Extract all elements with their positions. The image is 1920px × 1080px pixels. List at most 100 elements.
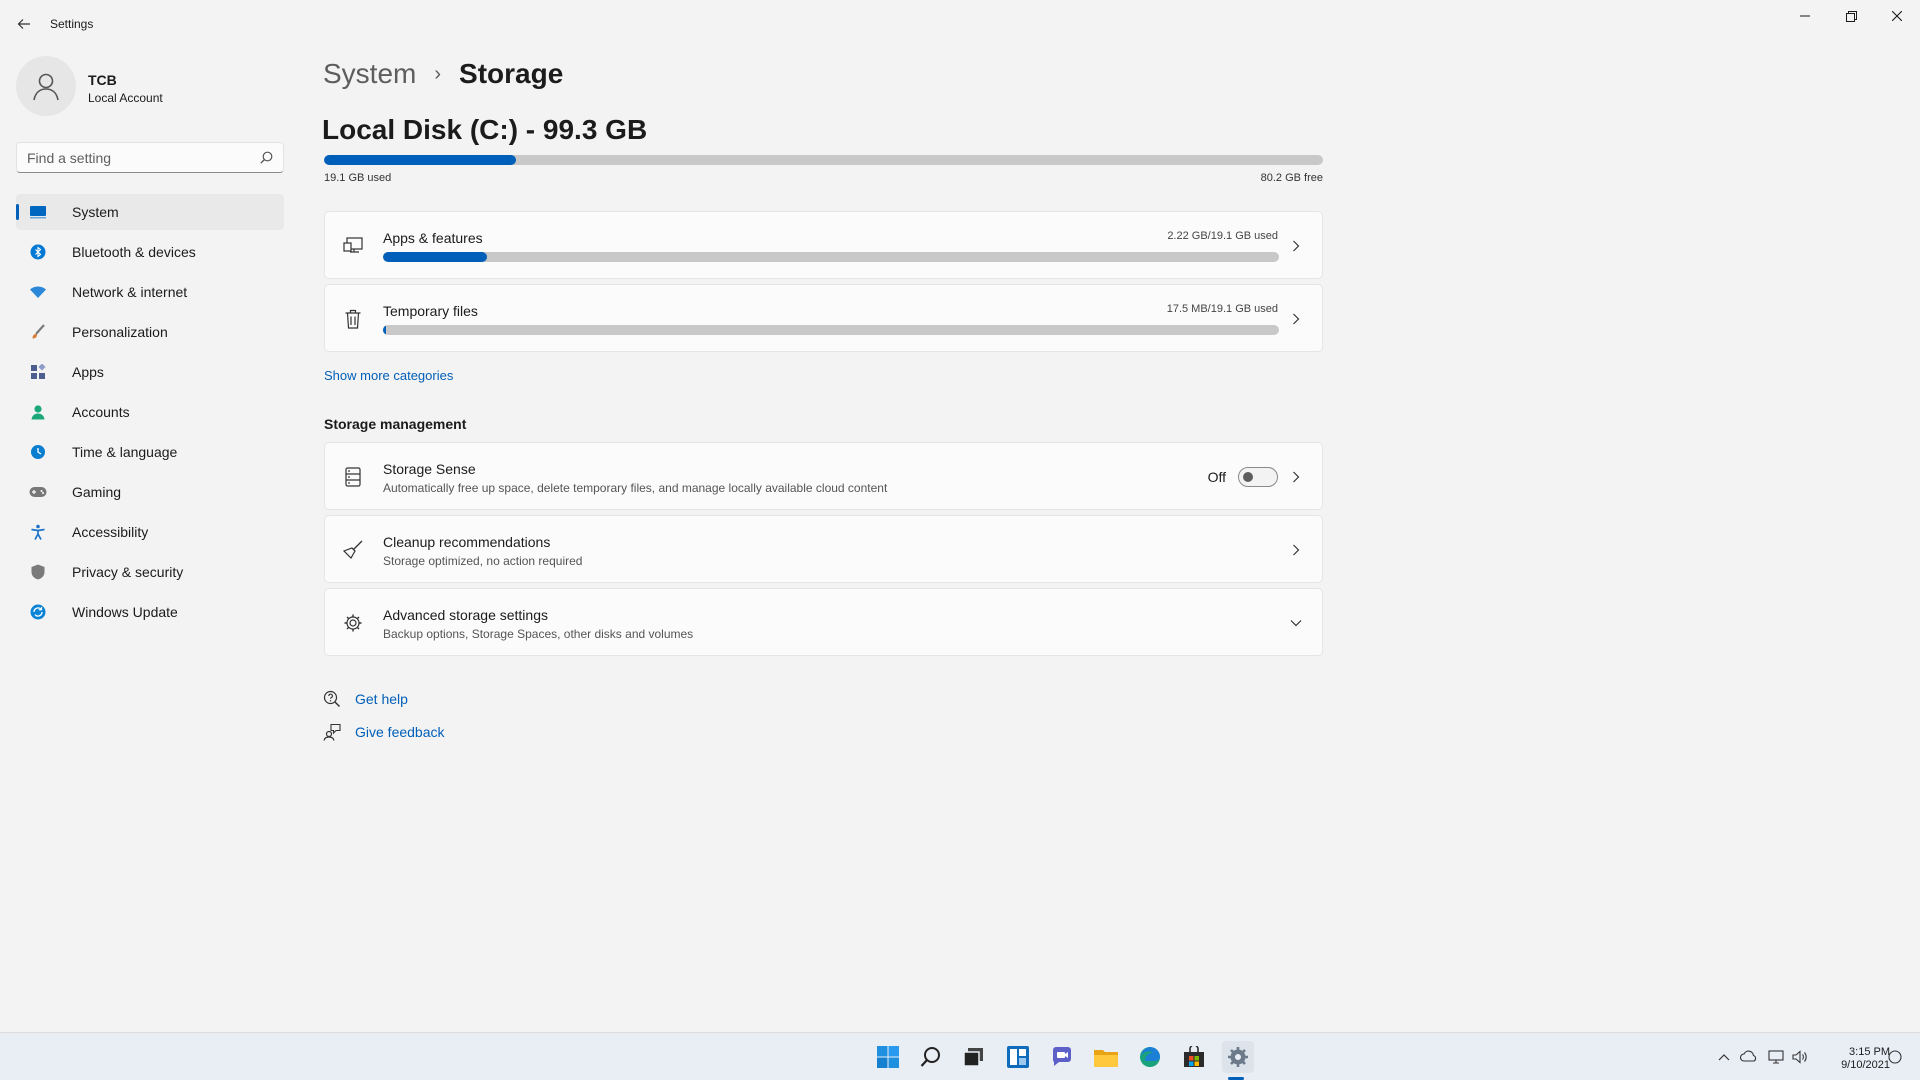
disk-used-label: 19.1 GB used <box>324 172 392 184</box>
update-icon <box>28 602 48 622</box>
user-name: TCB <box>88 72 117 88</box>
cleanup-subtitle: Storage optimized, no action required <box>383 554 583 568</box>
sidebar-item-label: Network & internet <box>72 284 188 300</box>
storage-sense-title: Storage Sense <box>383 461 476 477</box>
breadcrumb-separator: › <box>434 62 442 85</box>
cleanup-recommendations-card[interactable]: Cleanup recommendations Storage optimize… <box>324 515 1323 583</box>
advanced-storage-title: Advanced storage settings <box>383 607 548 623</box>
accessibility-icon <box>28 522 48 542</box>
sidebar-item-network[interactable]: Network & internet <box>16 274 284 310</box>
sidebar-item-label: Personalization <box>72 324 168 340</box>
sidebar-item-windows-update[interactable]: Windows Update <box>16 594 284 630</box>
sidebar-item-label: Accessibility <box>72 524 149 540</box>
notifications-icon[interactable] <box>1888 1050 1902 1067</box>
onedrive-icon[interactable] <box>1739 1050 1758 1065</box>
page-title: Storage <box>459 58 564 89</box>
close-button[interactable] <box>1874 0 1920 32</box>
storage-sense-icon <box>341 465 365 489</box>
category-card-temporary-files[interactable]: Temporary files 17.5 MB/19.1 GB used <box>324 284 1323 352</box>
sidebar-item-time-language[interactable]: Time & language <box>16 434 284 470</box>
brush-icon <box>28 322 48 342</box>
sidebar-item-personalization[interactable]: Personalization <box>16 314 284 350</box>
chevron-right-icon <box>1288 238 1304 254</box>
back-button[interactable] <box>10 10 38 38</box>
search-box[interactable] <box>16 142 284 173</box>
sidebar-item-accessibility[interactable]: Accessibility <box>16 514 284 550</box>
cleanup-title: Cleanup recommendations <box>383 534 551 550</box>
advanced-storage-settings-card[interactable]: Advanced storage settings Backup options… <box>324 588 1323 656</box>
sidebar-item-privacy-security[interactable]: Privacy & security <box>16 554 284 590</box>
get-help-row[interactable]: Get help <box>323 690 408 708</box>
sidebar-item-label: Windows Update <box>72 604 178 620</box>
file-explorer-icon[interactable] <box>1090 1041 1122 1073</box>
chat-icon[interactable] <box>1046 1041 1078 1073</box>
tray-chevron-up-icon[interactable] <box>1718 1050 1730 1064</box>
wifi-icon <box>28 282 48 302</box>
apps-features-icon <box>341 234 365 258</box>
disk-usage-fill <box>324 155 516 165</box>
search-icon <box>260 151 273 164</box>
category-usage-fill <box>383 252 487 262</box>
taskbar-clock[interactable]: 3:15 PM 9/10/2021 <box>1841 1046 1890 1072</box>
sidebar-item-accounts[interactable]: Accounts <box>16 394 284 430</box>
breadcrumb-system-link[interactable]: System <box>323 58 416 90</box>
get-help-link[interactable]: Get help <box>355 691 408 707</box>
give-feedback-link[interactable]: Give feedback <box>355 724 445 740</box>
disk-usage-bar <box>324 155 1323 165</box>
volume-icon[interactable] <box>1792 1050 1808 1067</box>
gear-icon <box>341 611 365 635</box>
storage-sense-toggle[interactable] <box>1238 467 1278 487</box>
gamepad-icon <box>28 482 48 502</box>
store-icon[interactable] <box>1178 1041 1210 1073</box>
sidebar-item-system[interactable]: System <box>16 194 284 230</box>
minimize-icon <box>1800 15 1810 17</box>
title-bar <box>0 0 1920 48</box>
sidebar-item-gaming[interactable]: Gaming <box>16 474 284 510</box>
start-icon[interactable] <box>872 1041 904 1073</box>
sidebar-item-label: System <box>72 204 119 220</box>
give-feedback-row[interactable]: Give feedback <box>323 723 445 741</box>
app-title: Settings <box>50 17 94 31</box>
feedback-icon <box>323 723 341 741</box>
storage-sense-toggle-label: Off <box>1207 469 1226 485</box>
breadcrumb: System › Storage <box>323 58 563 90</box>
restore-icon <box>1845 10 1857 22</box>
sidebar-item-label: Gaming <box>72 484 122 500</box>
bluetooth-icon <box>28 242 48 262</box>
chevron-right-icon <box>1288 311 1304 327</box>
apps-icon <box>28 362 48 382</box>
show-more-categories-link[interactable]: Show more categories <box>324 368 453 383</box>
toggle-knob <box>1243 472 1253 482</box>
search-input[interactable] <box>27 149 247 166</box>
restore-button[interactable] <box>1828 0 1874 32</box>
minimize-button[interactable] <box>1782 0 1828 32</box>
help-icon <box>323 690 341 708</box>
chevron-right-icon <box>1288 469 1304 485</box>
category-title: Temporary files <box>383 303 478 319</box>
trash-icon <box>341 307 365 331</box>
search-icon[interactable] <box>915 1041 947 1073</box>
shield-icon <box>28 562 48 582</box>
person-icon <box>28 402 48 422</box>
avatar[interactable] <box>16 56 76 116</box>
storage-sense-card[interactable]: Storage Sense Automatically free up spac… <box>324 442 1323 510</box>
edge-icon[interactable] <box>1134 1041 1166 1073</box>
category-usage: 2.22 GB/19.1 GB used <box>1167 230 1278 242</box>
sidebar-item-apps[interactable]: Apps <box>16 354 284 390</box>
widgets-icon[interactable] <box>1002 1041 1034 1073</box>
network-icon[interactable] <box>1768 1050 1784 1067</box>
sidebar-item-label: Privacy & security <box>72 564 184 580</box>
category-card-apps-features[interactable]: Apps & features 2.22 GB/19.1 GB used <box>324 211 1323 279</box>
disk-title: Local Disk (C:) - 99.3 GB <box>322 114 648 145</box>
sidebar-item-bluetooth[interactable]: Bluetooth & devices <box>16 234 284 270</box>
broom-icon <box>341 538 365 562</box>
category-usage-bar <box>383 325 1279 335</box>
settings-icon[interactable] <box>1222 1041 1254 1073</box>
user-avatar-icon <box>33 73 59 101</box>
task-view-icon[interactable] <box>958 1041 990 1073</box>
chevron-right-icon <box>1288 542 1304 558</box>
advanced-storage-subtitle: Backup options, Storage Spaces, other di… <box>383 627 694 641</box>
category-title: Apps & features <box>383 230 483 246</box>
category-usage-bar <box>383 252 1279 262</box>
storage-sense-subtitle: Automatically free up space, delete temp… <box>383 481 888 495</box>
